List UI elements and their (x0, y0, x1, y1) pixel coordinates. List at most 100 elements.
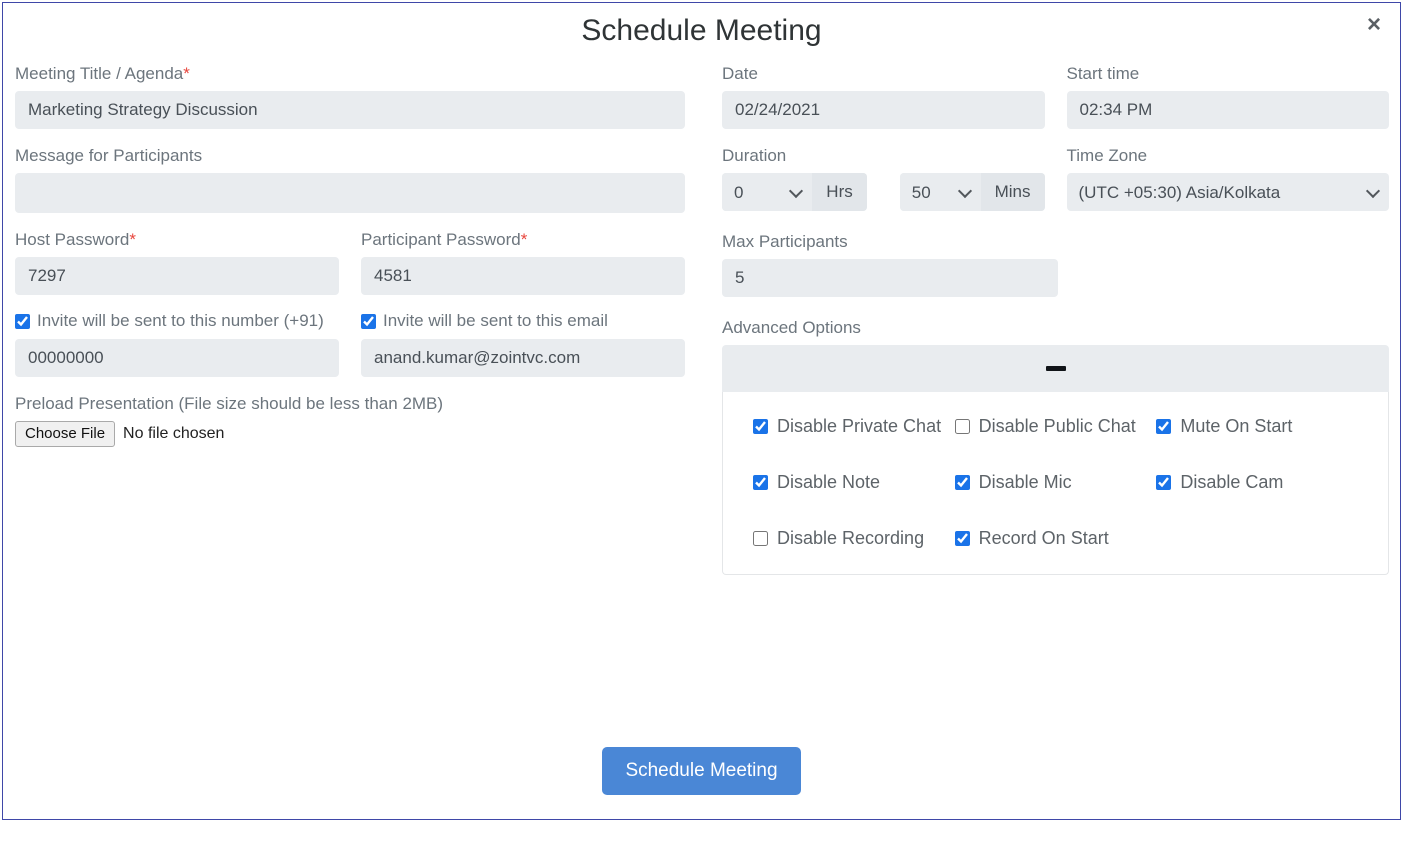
schedule-meeting-button[interactable]: Schedule Meeting (602, 747, 800, 795)
max-participants-input[interactable] (722, 259, 1058, 297)
advanced-option-checkbox[interactable] (1156, 475, 1171, 490)
invite-email-checkbox[interactable] (361, 314, 376, 329)
message-label: Message for Participants (15, 145, 685, 167)
file-status-text: No file chosen (123, 425, 224, 443)
preload-presentation-group: Preload Presentation (File size should b… (15, 393, 685, 447)
duration-mins-select-wrap: 50 (900, 173, 981, 211)
advanced-option-label: Disable Public Chat (979, 416, 1136, 436)
start-time-label: Start time (1067, 63, 1390, 85)
advanced-option-checkbox[interactable] (1156, 419, 1171, 434)
advanced-options-panel: Disable Private Chat Disable Public Chat M… (722, 392, 1389, 575)
dialog-footer: Schedule Meeting (3, 747, 1400, 795)
duration-mins-select[interactable]: 50 (900, 173, 981, 211)
meeting-title-group: Meeting Title / Agenda* (15, 63, 685, 129)
required-asterisk: * (129, 230, 136, 249)
host-password-group: Host Password* (15, 229, 339, 295)
invite-email-check-line: Invite will be sent to this email (361, 311, 685, 331)
duration-mins-suffix: Mins (981, 173, 1045, 211)
invite-number-label: Invite will be sent to this number (+91) (37, 311, 324, 331)
invite-number-checkbox[interactable] (15, 314, 30, 329)
advanced-option-item: Disable Private Chat (753, 416, 955, 436)
advanced-option-label: Disable Recording (777, 528, 924, 548)
advanced-option-checkbox[interactable] (955, 475, 970, 490)
invite-number-group: Invite will be sent to this number (+91) (15, 311, 339, 377)
max-participants-group: Max Participants (722, 231, 1389, 297)
invite-email-label: Invite will be sent to this email (383, 311, 608, 331)
choose-file-button[interactable]: Choose File (15, 421, 115, 447)
max-participants-label: Max Participants (722, 231, 1389, 253)
invite-row: Invite will be sent to this number (+91)… (15, 311, 685, 377)
password-row: Host Password* Participant Password* (15, 229, 685, 295)
schedule-meeting-dialog: Schedule Meeting × Meeting Title / Agend… (2, 2, 1401, 820)
advanced-options-label: Advanced Options (722, 317, 1389, 339)
advanced-options-grid: Disable Private Chat Disable Public Chat M… (753, 416, 1358, 548)
start-time-group: Start time (1067, 63, 1390, 129)
duration-hours-group: 0 Hrs (722, 173, 867, 211)
left-column: Meeting Title / Agenda* Message for Part… (15, 63, 703, 575)
meeting-title-input[interactable] (15, 91, 685, 129)
duration-timezone-row: Duration 0 Hrs (722, 145, 1389, 211)
spacer (1080, 259, 1390, 297)
timezone-group: Time Zone (UTC +05:30) Asia/Kolkata (1067, 145, 1390, 211)
advanced-option-item: Disable Recording (753, 528, 955, 548)
invite-email-group: Invite will be sent to this email (361, 311, 685, 377)
max-participants-row (722, 259, 1389, 297)
date-group: Date (722, 63, 1045, 129)
duration-label: Duration (722, 145, 1045, 167)
advanced-option-checkbox[interactable] (753, 419, 768, 434)
host-password-label: Host Password* (15, 229, 339, 251)
advanced-option-label: Disable Mic (979, 472, 1072, 492)
advanced-option-label: Disable Note (777, 472, 880, 492)
message-group: Message for Participants (15, 145, 685, 213)
invite-number-input[interactable] (15, 339, 339, 377)
page-title: Schedule Meeting (3, 11, 1400, 51)
minus-icon (1046, 366, 1066, 371)
file-picker[interactable]: Choose File No file chosen (15, 421, 685, 447)
meeting-title-label: Meeting Title / Agenda* (15, 63, 685, 85)
host-password-input[interactable] (15, 257, 339, 295)
right-column: Date Start time Duration (703, 63, 1389, 575)
duration-controls: 0 Hrs 50 (722, 173, 1045, 211)
date-time-row: Date Start time (722, 63, 1389, 129)
advanced-option-item: Disable Note (753, 472, 955, 492)
advanced-option-checkbox[interactable] (753, 531, 768, 546)
timezone-label: Time Zone (1067, 145, 1390, 167)
date-input[interactable] (722, 91, 1045, 129)
dialog-header: Schedule Meeting × (3, 3, 1400, 63)
participant-password-label: Participant Password* (361, 229, 685, 251)
dialog-body: Meeting Title / Agenda* Message for Part… (3, 63, 1400, 575)
duration-group: Duration 0 Hrs (722, 145, 1045, 211)
advanced-option-item: Disable Public Chat (955, 416, 1157, 436)
advanced-option-label: Mute On Start (1180, 416, 1292, 436)
duration-hours-suffix: Hrs (812, 173, 866, 211)
participant-password-group: Participant Password* (361, 229, 685, 295)
advanced-option-label: Disable Cam (1180, 472, 1283, 492)
duration-mins-group: 50 Mins (900, 173, 1045, 211)
timezone-select-wrap: (UTC +05:30) Asia/Kolkata (1067, 173, 1390, 211)
advanced-option-checkbox[interactable] (955, 419, 970, 434)
invite-number-check-line: Invite will be sent to this number (+91) (15, 311, 339, 331)
required-asterisk: * (521, 230, 528, 249)
advanced-option-item: Disable Mic (955, 472, 1157, 492)
advanced-option-checkbox[interactable] (955, 531, 970, 546)
participant-password-input[interactable] (361, 257, 685, 295)
required-asterisk: * (183, 64, 190, 83)
advanced-options-group: Advanced Options Disable Private ChatDis… (722, 317, 1389, 575)
date-label: Date (722, 63, 1045, 85)
invite-email-input[interactable] (361, 339, 685, 377)
advanced-option-checkbox[interactable] (753, 475, 768, 490)
close-icon[interactable]: × (1360, 11, 1388, 39)
advanced-option-label: Record On Start (979, 528, 1109, 548)
advanced-option-item: Record On Start (955, 528, 1157, 548)
duration-hours-select-wrap: 0 (722, 173, 812, 211)
preload-presentation-label: Preload Presentation (File size should b… (15, 393, 685, 415)
form-columns: Meeting Title / Agenda* Message for Part… (15, 63, 1388, 575)
message-input[interactable] (15, 173, 685, 213)
duration-hours-select[interactable]: 0 (722, 173, 812, 211)
advanced-option-item: Disable Cam (1156, 472, 1358, 492)
advanced-option-item: Mute On Start (1156, 416, 1358, 436)
start-time-input[interactable] (1067, 91, 1390, 129)
advanced-option-label: Disable Private Chat (777, 416, 941, 436)
timezone-select[interactable]: (UTC +05:30) Asia/Kolkata (1067, 173, 1390, 211)
advanced-options-toggle[interactable] (722, 345, 1389, 392)
